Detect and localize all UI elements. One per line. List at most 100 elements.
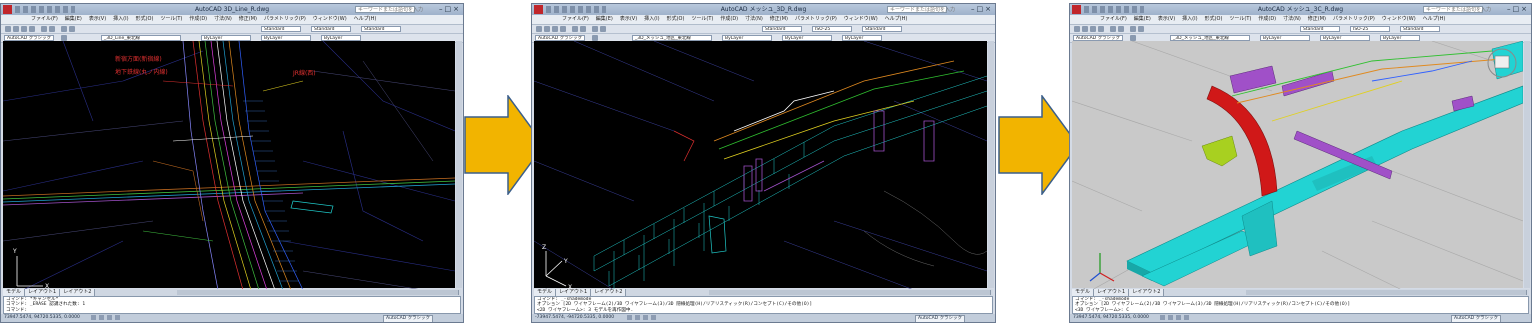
menu-dimension[interactable]: 寸法(N) [745, 16, 763, 22]
print-icon[interactable] [560, 26, 566, 32]
dim-style-select[interactable]: Standard [311, 26, 351, 32]
horizontal-scrollbar[interactable] [1245, 290, 1527, 295]
command-prompt[interactable]: コマンド: [6, 308, 460, 313]
text-style-select[interactable]: Standard [1300, 26, 1340, 32]
window-controls[interactable]: –□× [971, 5, 993, 14]
dim-style-select[interactable]: ISO-25 [1350, 26, 1390, 32]
menu-edit[interactable]: 編集(E) [1134, 16, 1151, 22]
vertical-scrollbar[interactable] [1524, 41, 1530, 288]
menu-window[interactable]: ウィンドウ(W) [313, 16, 347, 22]
workspace-status-select[interactable]: AutoCAD クラシック [915, 315, 965, 322]
pan-icon[interactable] [61, 26, 67, 32]
print-icon[interactable] [29, 26, 35, 32]
tab-model[interactable]: モデル [534, 289, 557, 296]
open-icon[interactable] [544, 26, 550, 32]
workspace-status-select[interactable]: AutoCAD クラシック [383, 315, 433, 322]
text-style-select[interactable]: Standard [762, 26, 802, 32]
menu-format[interactable]: 形式(O) [667, 16, 685, 22]
tab-layout2[interactable]: レイアウト2 [591, 289, 627, 296]
menu-tools[interactable]: ツール(T) [160, 16, 182, 22]
table-style-select[interactable]: Standard [1400, 26, 1440, 32]
workspace-status-select[interactable]: AutoCAD クラシック [1451, 315, 1501, 322]
command-prompt[interactable]: <3D ワイヤフレーム>: C [1075, 308, 1528, 313]
drawing-viewport[interactable] [1071, 40, 1524, 291]
tab-layout2[interactable]: レイアウト2 [1129, 289, 1165, 296]
menu-dimension[interactable]: 寸法(N) [1283, 16, 1301, 22]
menu-draw[interactable]: 作成(D) [1258, 16, 1276, 22]
menu-view[interactable]: 表示(V) [620, 16, 637, 22]
drawing-viewport[interactable]: Z Y X [533, 40, 988, 291]
search-input[interactable]: キーワードまたは語句を入力 [887, 6, 955, 13]
save-icon[interactable] [21, 26, 27, 32]
command-line[interactable]: コマンド: _-shademode オプション [2D ワイヤフレーム(2)/3… [534, 296, 993, 314]
menu-insert[interactable]: 挿入(I) [644, 16, 659, 22]
drawing-viewport[interactable]: 新宿方面(新宿線) 地下鉄線(丸ノ内線) JR線(西) Y X [2, 40, 456, 291]
menu-modify[interactable]: 修正(M) [1308, 16, 1326, 22]
vertical-scrollbar[interactable] [988, 41, 994, 288]
open-icon[interactable] [1082, 26, 1088, 32]
menu-view[interactable]: 表示(V) [1158, 16, 1175, 22]
snap-toggle-icon[interactable] [91, 315, 96, 320]
window-controls[interactable]: –□× [1507, 5, 1529, 14]
tab-layout1[interactable]: レイアウト1 [1094, 289, 1130, 296]
menu-file[interactable]: ファイル(F) [562, 16, 589, 22]
horizontal-scrollbar[interactable] [708, 290, 991, 295]
redo-icon[interactable] [580, 26, 586, 32]
menu-window[interactable]: ウィンドウ(W) [844, 16, 878, 22]
menu-help[interactable]: ヘルプ(H) [1423, 16, 1446, 22]
menu-parametric[interactable]: パラメトリック(P) [1333, 16, 1375, 22]
pan-icon[interactable] [1130, 26, 1136, 32]
zoom-icon[interactable] [69, 26, 75, 32]
undo-icon[interactable] [41, 26, 47, 32]
text-style-select[interactable]: Standard [261, 26, 301, 32]
command-line[interactable]: コマンド: _-shademode オプション [2D ワイヤフレーム(2)/3… [1072, 296, 1529, 314]
menu-file[interactable]: ファイル(F) [1100, 16, 1127, 22]
menu-insert[interactable]: 挿入(I) [1182, 16, 1197, 22]
menu-window[interactable]: ウィンドウ(W) [1382, 16, 1416, 22]
redo-icon[interactable] [1118, 26, 1124, 32]
grid-toggle-icon[interactable] [635, 315, 640, 320]
grid-toggle-icon[interactable] [99, 315, 104, 320]
grid-toggle-icon[interactable] [1168, 315, 1173, 320]
undo-icon[interactable] [572, 26, 578, 32]
polar-toggle-icon[interactable] [1184, 315, 1189, 320]
menu-draw[interactable]: 作成(D) [189, 16, 207, 22]
undo-icon[interactable] [1110, 26, 1116, 32]
pan-icon[interactable] [592, 26, 598, 32]
tab-model[interactable]: モデル [1072, 289, 1095, 296]
search-input[interactable]: キーワードまたは語句を入力 [1423, 6, 1491, 13]
menu-format[interactable]: 形式(O) [136, 16, 154, 22]
ortho-toggle-icon[interactable] [1176, 315, 1181, 320]
open-icon[interactable] [13, 26, 19, 32]
vertical-scrollbar[interactable] [456, 41, 462, 288]
save-icon[interactable] [1090, 26, 1096, 32]
menu-help[interactable]: ヘルプ(H) [885, 16, 908, 22]
command-line[interactable]: コマンド: *キャンセル* コマンド: _ERASE 認識された数: 1 コマン… [3, 296, 461, 314]
menu-file[interactable]: ファイル(F) [31, 16, 58, 22]
menu-dimension[interactable]: 寸法(N) [214, 16, 232, 22]
ortho-toggle-icon[interactable] [643, 315, 648, 320]
menu-edit[interactable]: 編集(E) [65, 16, 82, 22]
save-icon[interactable] [552, 26, 558, 32]
print-icon[interactable] [1098, 26, 1104, 32]
tab-layout2[interactable]: レイアウト2 [60, 289, 96, 296]
menu-modify[interactable]: 修正(M) [770, 16, 788, 22]
ortho-toggle-icon[interactable] [107, 315, 112, 320]
horizontal-scrollbar[interactable] [177, 290, 459, 295]
menu-edit[interactable]: 編集(E) [596, 16, 613, 22]
new-icon[interactable] [1074, 26, 1080, 32]
menu-parametric[interactable]: パラメトリック(P) [795, 16, 837, 22]
menu-draw[interactable]: 作成(D) [720, 16, 738, 22]
search-input[interactable]: キーワードまたは語句を入力 [355, 6, 423, 13]
zoom-icon[interactable] [1138, 26, 1144, 32]
menu-tools[interactable]: ツール(T) [1229, 16, 1251, 22]
polar-toggle-icon[interactable] [115, 315, 120, 320]
polar-toggle-icon[interactable] [651, 315, 656, 320]
snap-toggle-icon[interactable] [1160, 315, 1165, 320]
table-style-select[interactable]: Standard [862, 26, 902, 32]
menu-modify[interactable]: 修正(M) [239, 16, 257, 22]
new-icon[interactable] [536, 26, 542, 32]
menu-tools[interactable]: ツール(T) [691, 16, 713, 22]
menu-help[interactable]: ヘルプ(H) [354, 16, 377, 22]
dim-style-select[interactable]: ISO-25 [812, 26, 852, 32]
